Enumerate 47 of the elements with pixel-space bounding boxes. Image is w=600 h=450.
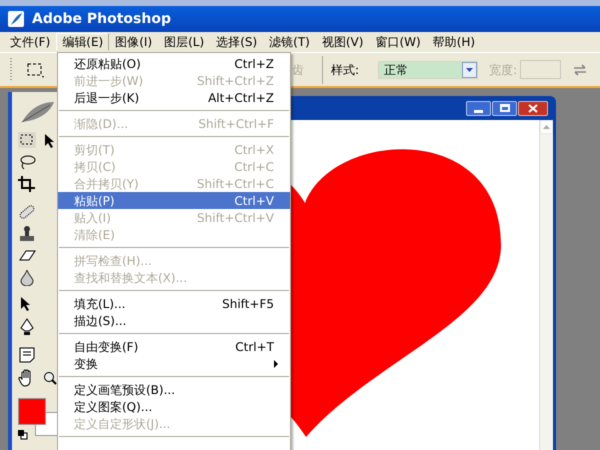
anti-alias-label: 齿 xyxy=(292,62,304,78)
note-icon[interactable] xyxy=(18,347,36,363)
menu-item[interactable]: 还原粘贴(O) Ctrl+Z xyxy=(58,55,290,72)
rectangle-marquee-icon[interactable] xyxy=(18,132,36,148)
menu-bar-item[interactable]: 视图(V) xyxy=(316,33,370,51)
menu-bar-item[interactable]: 帮助(H) xyxy=(426,33,482,51)
menu-bar-item[interactable]: 编辑(E) xyxy=(56,33,110,51)
close-icon xyxy=(528,104,538,112)
move-arrow-icon[interactable] xyxy=(44,133,56,148)
drop-icon[interactable] xyxy=(18,270,36,286)
style-label: 样式: xyxy=(331,62,360,78)
menu-item[interactable]: 粘贴(P) Ctrl+V xyxy=(58,192,290,209)
menu-bar-item[interactable]: 窗口(W) xyxy=(369,33,427,51)
maximize-button[interactable] xyxy=(492,100,517,116)
rectangle-marquee-icon[interactable] xyxy=(26,62,44,78)
style-dropdown[interactable]: 正常 xyxy=(378,60,478,78)
submenu-arrow-icon xyxy=(274,360,278,368)
menu-item[interactable]: 填充(L)... Shift+F5 xyxy=(58,295,290,312)
width-field[interactable] xyxy=(520,60,561,79)
crop-icon[interactable] xyxy=(18,176,36,192)
feather-logo-icon xyxy=(8,11,24,27)
path-selection-arrow-icon[interactable] xyxy=(20,296,32,311)
minimize-button[interactable] xyxy=(466,100,491,116)
menu-item[interactable]: 后退一步(K) Alt+Ctrl+Z xyxy=(58,89,290,106)
vertical-scrollbar[interactable] xyxy=(539,120,553,450)
menu-item[interactable]: 自由变换(F) Ctrl+T xyxy=(58,338,290,355)
close-button[interactable] xyxy=(518,100,548,116)
pen-icon[interactable] xyxy=(18,318,36,336)
foreground-color-swatch[interactable] xyxy=(18,398,46,425)
menu-bar-item[interactable]: 图像(I) xyxy=(109,33,158,51)
default-colors-icon[interactable] xyxy=(18,430,28,440)
toolbar-grip-icon xyxy=(10,56,13,82)
menu-item[interactable]: 定义图案(Q)... xyxy=(58,398,290,415)
menu-item[interactable]: 描边(S)... xyxy=(58,312,290,329)
menu-item[interactable]: 变换 xyxy=(58,355,290,372)
menu-bar-item[interactable]: 滤镜(T) xyxy=(263,33,316,51)
menu-bar-item[interactable]: 文件(F) xyxy=(4,33,56,51)
feather-icon xyxy=(20,100,56,124)
magnifier-icon[interactable] xyxy=(43,371,57,385)
width-label: 宽度: xyxy=(489,62,518,78)
window-title: Adobe Photoshop xyxy=(32,10,171,28)
lasso-icon[interactable] xyxy=(18,154,36,170)
menu-item[interactable]: 定义画笔预设(B)... xyxy=(58,381,290,398)
menu-bar-item[interactable]: 选择(S) xyxy=(210,33,264,51)
swap-arrows-icon[interactable] xyxy=(573,64,587,76)
menu-bar-item[interactable]: 图层(L) xyxy=(158,33,210,51)
stamp-icon[interactable] xyxy=(18,226,36,242)
